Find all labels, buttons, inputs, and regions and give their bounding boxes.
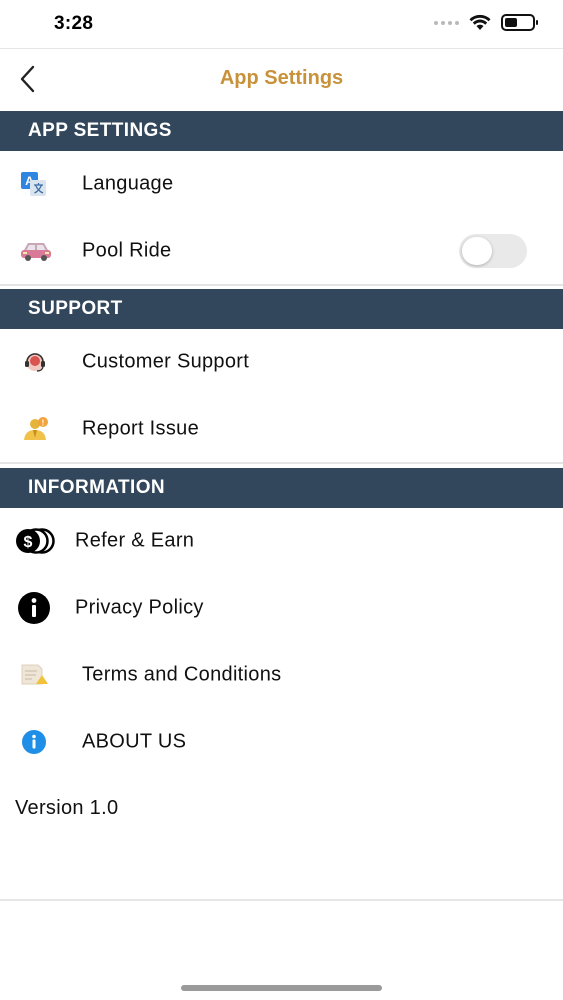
divider <box>0 899 563 901</box>
settings-item-privacy-policy[interactable]: Privacy Policy <box>0 574 563 641</box>
status-icons <box>434 14 538 31</box>
page-title: App Settings <box>219 67 344 89</box>
settings-item-about-us[interactable]: ABOUT US <box>0 708 563 775</box>
translate-icon: A <box>20 171 48 197</box>
version-text: Version 1.0 <box>15 797 119 819</box>
settings-item-label: Customer Support <box>82 350 250 372</box>
settings-item-report-issue[interactable]: ! Report Issue <box>0 395 563 462</box>
settings-item-label: Report Issue <box>82 417 199 439</box>
settings-item-label: Pool Ride <box>82 239 172 261</box>
settings-item-label: Refer & Earn <box>75 529 195 551</box>
battery-icon <box>501 14 538 31</box>
headset-icon <box>22 349 48 375</box>
settings-item-terms[interactable]: Terms and Conditions <box>0 641 563 708</box>
person-issue-icon: ! <box>22 416 50 442</box>
settings-item-label: Privacy Policy <box>75 596 204 618</box>
document-icon <box>20 662 50 688</box>
battery-level <box>505 18 517 27</box>
car-icon <box>20 240 52 262</box>
settings-item-pool-ride[interactable]: Pool Ride <box>0 217 563 284</box>
settings-item-label: ABOUT US <box>82 730 187 752</box>
settings-item-label: Language <box>82 172 174 194</box>
status-bar: 3:28 <box>0 0 563 48</box>
nav-bar: App Settings <box>0 48 563 110</box>
settings-item-language[interactable]: A Language <box>0 150 563 217</box>
cellular-signal-icon <box>434 20 459 25</box>
section-header-app-settings: APP SETTINGS <box>0 111 563 151</box>
section-header-information: INFORMATION <box>0 468 563 508</box>
home-indicator[interactable] <box>181 985 382 991</box>
coins-icon: $ <box>13 527 55 554</box>
settings-item-refer-earn[interactable]: $ Refer & Earn <box>0 507 563 574</box>
info-circle-icon <box>17 591 51 625</box>
settings-item-label: Terms and Conditions <box>82 663 282 685</box>
wifi-icon <box>469 14 491 30</box>
section-header-support: SUPPORT <box>0 289 563 329</box>
divider <box>0 462 563 464</box>
divider <box>0 284 563 286</box>
pool-ride-toggle[interactable] <box>459 233 527 268</box>
toggle-knob <box>462 236 492 265</box>
status-time: 3:28 <box>54 13 94 34</box>
svg-text:$: $ <box>24 534 33 551</box>
about-info-icon <box>21 729 47 755</box>
settings-item-customer-support[interactable]: Customer Support <box>0 328 563 395</box>
svg-text:!: ! <box>42 418 45 427</box>
